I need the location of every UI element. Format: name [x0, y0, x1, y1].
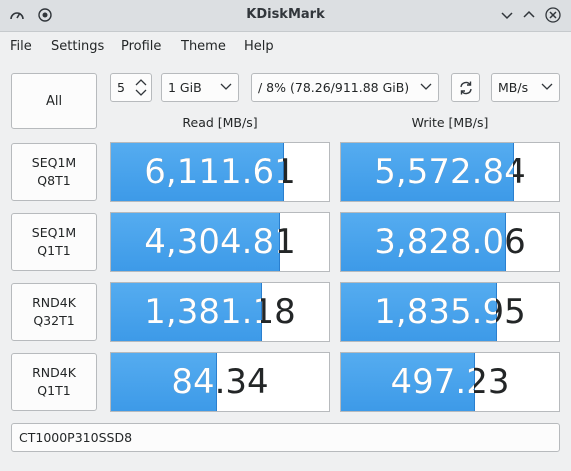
maximize-icon[interactable]: [521, 7, 537, 23]
read-meter: 4,304.81 4,304.81: [110, 212, 330, 272]
read-meter: 6,111.61 6,111.61: [110, 142, 330, 202]
test-name: SEQ1M: [31, 155, 77, 170]
close-icon[interactable]: [545, 7, 561, 23]
write-meter: 3,828.06 3,828.06: [340, 212, 560, 272]
spin-up-icon[interactable]: [135, 78, 147, 86]
read-value-overlay: 6,111.61: [144, 152, 283, 192]
test-name: RND4K: [32, 365, 76, 380]
read-meter: 84.34 84.34: [110, 352, 330, 412]
write-meter: 5,572.84 5,572.84: [340, 142, 560, 202]
test-button-rnd4k-q1t1[interactable]: RND4K Q1T1: [11, 353, 97, 411]
test-button-seq1m-q1t1[interactable]: SEQ1M Q1T1: [11, 213, 97, 271]
chevron-down-icon: [541, 83, 553, 90]
refresh-icon: [460, 81, 472, 95]
target-select[interactable]: / 8% (78.26/911.88 GiB): [251, 73, 439, 102]
test-name: RND4K: [32, 295, 76, 310]
minimize-icon[interactable]: [499, 7, 515, 23]
window-title: KDiskMark: [246, 7, 325, 22]
test-name: SEQ1M: [31, 225, 77, 240]
chevron-down-icon: [220, 83, 232, 90]
spin-down-icon[interactable]: [135, 89, 147, 97]
target-value: / 8% (78.26/911.88 GiB): [258, 80, 410, 95]
test-button-rnd4k-q32t1[interactable]: RND4K Q32T1: [11, 283, 97, 341]
write-header: Write [MB/s]: [411, 115, 489, 130]
menu-profile[interactable]: Profile: [121, 39, 161, 54]
menu-bar: File Settings Profile Theme Help: [0, 32, 571, 60]
write-meter: 497.23 497.23: [340, 352, 560, 412]
refresh-button[interactable]: [451, 73, 480, 102]
runs-spinbox[interactable]: 5: [110, 73, 152, 102]
test-params: Q1T1: [37, 243, 71, 258]
write-meter: 1,835.95 1,835.95: [340, 282, 560, 342]
size-select[interactable]: 1 GiB: [161, 73, 239, 102]
test-params: Q32T1: [33, 313, 75, 328]
write-value-overlay: 5,572.84: [374, 152, 513, 192]
title-bar: KDiskMark: [0, 0, 571, 32]
menu-settings[interactable]: Settings: [51, 39, 104, 54]
read-header: Read [MB/s]: [182, 115, 258, 130]
runs-value: 5: [117, 80, 125, 95]
menu-help[interactable]: Help: [244, 39, 274, 54]
run-all-button[interactable]: All: [11, 73, 97, 129]
write-value-overlay: 497.23: [390, 362, 474, 402]
write-value-overlay: 3,828.06: [374, 222, 505, 262]
test-params: Q8T1: [37, 173, 71, 188]
unit-value: MB/s: [498, 80, 529, 95]
run-all-label: All: [45, 93, 63, 109]
menu-file[interactable]: File: [10, 39, 32, 54]
unit-select[interactable]: MB/s: [491, 73, 560, 102]
test-params: Q1T1: [37, 383, 71, 398]
read-meter: 1,381.18 1,381.18: [110, 282, 330, 342]
write-value-overlay: 1,835.95: [374, 292, 496, 332]
menu-theme[interactable]: Theme: [181, 39, 226, 54]
device-name: CT1000P310SSD8: [19, 430, 133, 445]
read-value-overlay: 4,304.81: [144, 222, 279, 262]
read-value-overlay: 84.34: [171, 362, 216, 402]
size-value: 1 GiB: [168, 80, 202, 95]
chevron-down-icon: [420, 83, 432, 90]
test-button-seq1m-q8t1[interactable]: SEQ1M Q8T1: [11, 143, 97, 201]
read-value-overlay: 1,381.18: [144, 292, 261, 332]
device-name-field[interactable]: CT1000P310SSD8: [11, 423, 560, 452]
